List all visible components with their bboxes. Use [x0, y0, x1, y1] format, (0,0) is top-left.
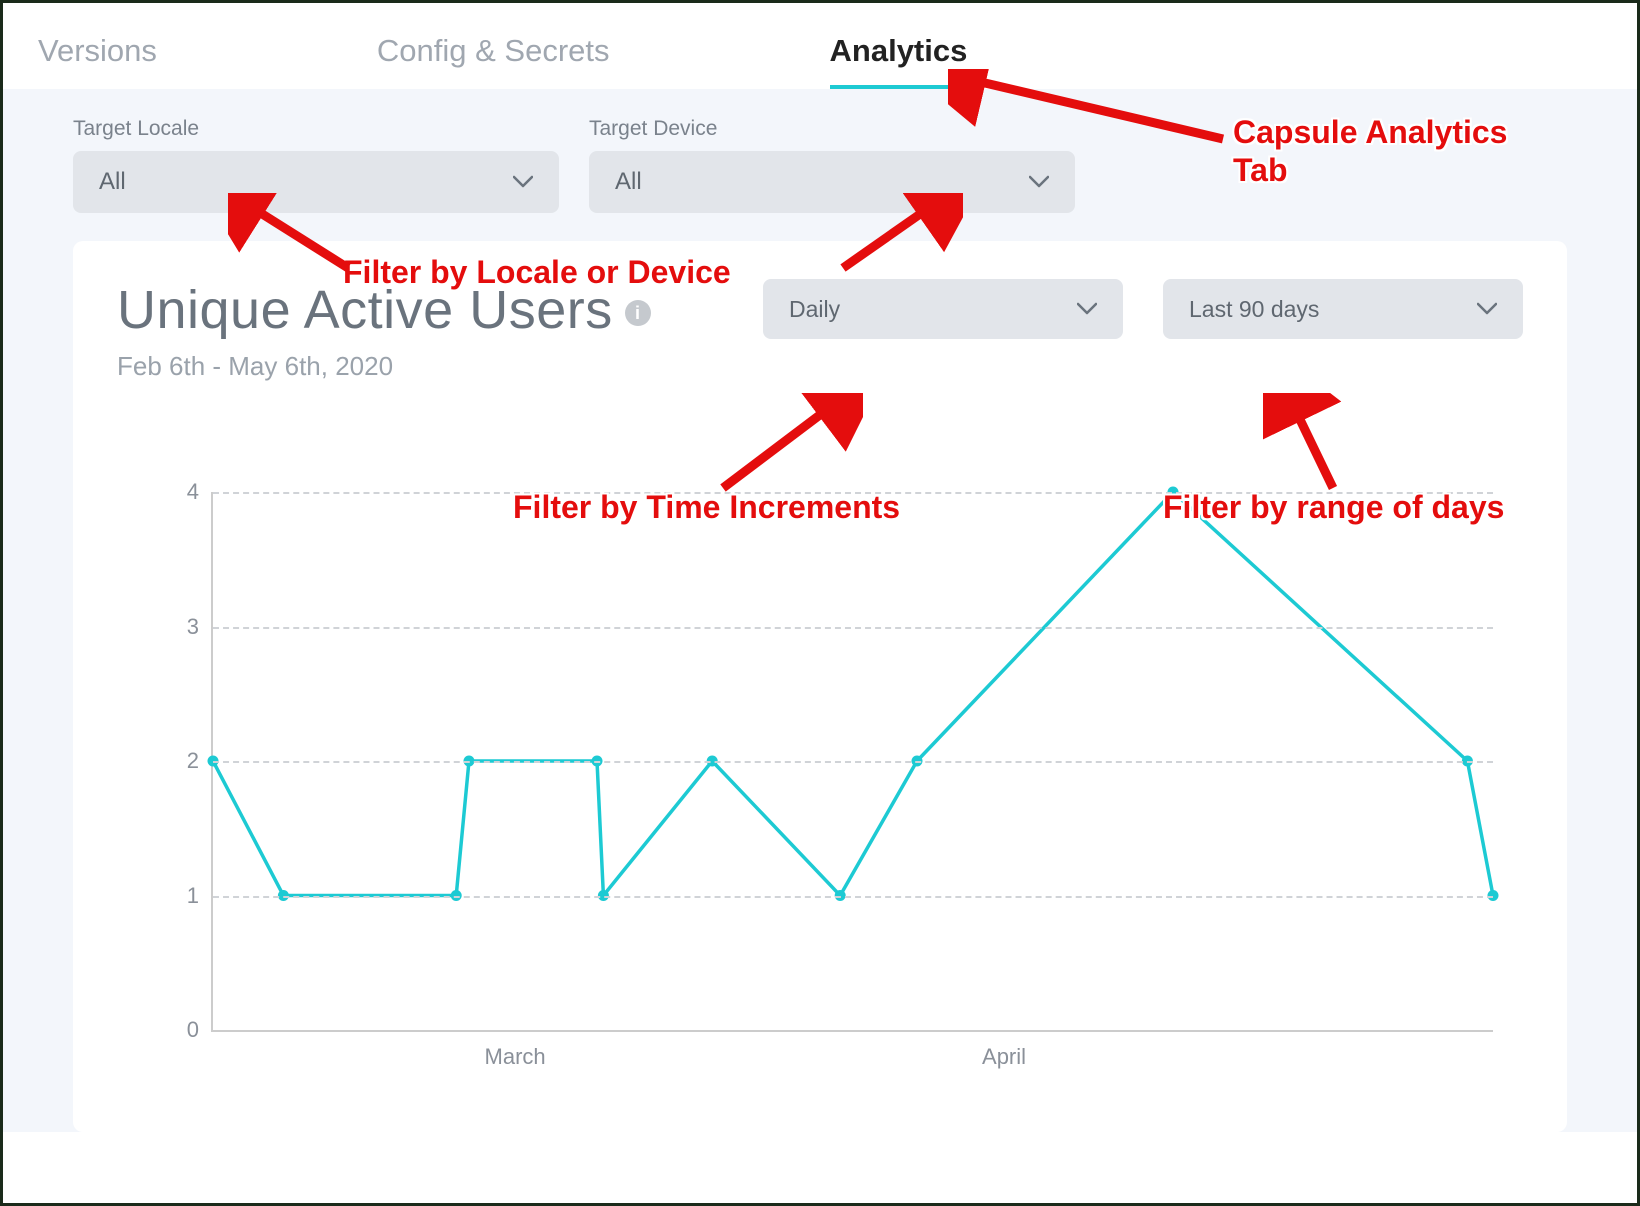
- grid-line: [213, 492, 1493, 494]
- select-value: Last 90 days: [1189, 296, 1319, 323]
- info-icon[interactable]: i: [625, 300, 651, 326]
- y-tick-label: 4: [169, 479, 199, 505]
- tab-analytics[interactable]: Analytics: [830, 33, 968, 89]
- card-wrap: Unique Active Users i Feb 6th - May 6th,…: [3, 241, 1637, 1132]
- chevron-down-icon: [1029, 172, 1049, 192]
- filter-label-locale: Target Locale: [73, 117, 559, 141]
- filter-bar: Target Locale All Target Device All: [3, 89, 1637, 241]
- select-date-range[interactable]: Last 90 days: [1163, 279, 1523, 339]
- filter-group-device: Target Device All: [589, 117, 1075, 213]
- y-tick-label: 0: [169, 1017, 199, 1043]
- tab-bar: Versions Config & Secrets Analytics: [3, 3, 1637, 89]
- chart-subtitle: Feb 6th - May 6th, 2020: [117, 351, 723, 382]
- select-value: Daily: [789, 296, 840, 323]
- select-target-locale[interactable]: All: [73, 151, 559, 213]
- chevron-down-icon: [513, 172, 533, 192]
- chart-title: Unique Active Users i: [117, 279, 651, 341]
- select-target-device[interactable]: All: [589, 151, 1075, 213]
- grid-line: [213, 761, 1493, 763]
- y-tick-label: 1: [169, 883, 199, 909]
- title-block: Unique Active Users i Feb 6th - May 6th,…: [117, 279, 723, 382]
- tab-config-secrets[interactable]: Config & Secrets: [377, 33, 610, 89]
- x-tick-label: April: [982, 1044, 1026, 1070]
- x-tick-label: March: [485, 1044, 546, 1070]
- chart-area: 01234MarchApril: [117, 492, 1523, 1112]
- y-tick-label: 3: [169, 614, 199, 640]
- grid-line: [213, 896, 1493, 898]
- chevron-down-icon: [1077, 299, 1097, 319]
- tab-versions[interactable]: Versions: [38, 33, 157, 89]
- filter-group-locale: Target Locale All: [73, 117, 559, 213]
- chevron-down-icon: [1477, 299, 1497, 319]
- y-tick-label: 2: [169, 748, 199, 774]
- line-chart: 01234MarchApril: [211, 492, 1493, 1032]
- analytics-card: Unique Active Users i Feb 6th - May 6th,…: [73, 241, 1567, 1132]
- filter-label-device: Target Device: [589, 117, 1075, 141]
- select-value: All: [99, 168, 126, 196]
- grid-line: [213, 627, 1493, 629]
- card-header: Unique Active Users i Feb 6th - May 6th,…: [117, 279, 1523, 382]
- chart-title-text: Unique Active Users: [117, 279, 613, 341]
- select-value: All: [615, 168, 642, 196]
- select-time-increment[interactable]: Daily: [763, 279, 1123, 339]
